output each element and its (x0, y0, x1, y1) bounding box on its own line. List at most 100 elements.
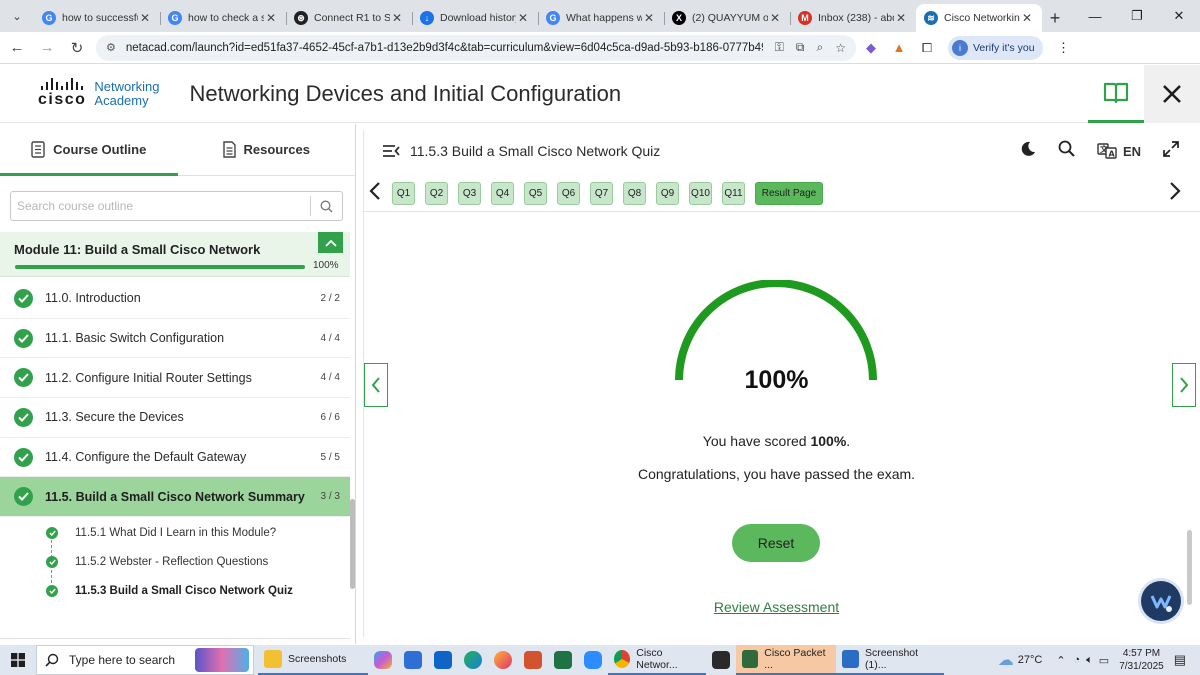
network-icon[interactable]: ◔ (1074, 654, 1081, 666)
dark-mode-toggle[interactable] (1020, 141, 1036, 162)
weather-cloud-icon[interactable]: ☁ (998, 650, 1014, 670)
collapse-outline-button[interactable] (382, 144, 400, 158)
submodule-item[interactable]: 11.5.3 Build a Small Cisco Network Quiz (0, 577, 350, 606)
close-tab-icon[interactable]: ✕ (1020, 11, 1034, 25)
close-tab-icon[interactable]: ✕ (390, 11, 404, 25)
weather-temperature[interactable]: 27°C (1018, 654, 1043, 666)
submodule-item[interactable]: 11.5.2 Webster - Reflection Questions (0, 547, 350, 576)
virtualbox-icon[interactable] (706, 645, 736, 675)
course-search-input[interactable]: Search course outline (10, 191, 343, 221)
outline-item[interactable]: 11.3. Secure the Devices 6 / 6 (0, 398, 350, 438)
browser-tab[interactable]: ↓ Download history ✕ (412, 4, 538, 32)
result-page-button[interactable]: Result Page (755, 182, 823, 205)
browser-tab[interactable]: ≋ Cisco Networking ✕ (916, 4, 1042, 32)
close-tab-icon[interactable]: ✕ (264, 11, 278, 25)
outlook-icon[interactable] (428, 645, 458, 675)
maximize-button[interactable]: ❐ (1116, 0, 1158, 32)
reset-button[interactable]: Reset (732, 524, 820, 562)
course-book-button[interactable] (1088, 65, 1144, 123)
powerpoint-icon[interactable] (518, 645, 548, 675)
close-tab-icon[interactable]: ✕ (894, 11, 908, 25)
outline-item[interactable]: 11.0. Introduction 2 / 2 (0, 279, 350, 319)
notifications-icon[interactable]: ▤ (1174, 652, 1186, 668)
sidebar-scrollbar[interactable] (350, 499, 355, 589)
password-key-icon[interactable]: ⚿ (775, 40, 784, 55)
browser-tab[interactable]: Ghow to successfull✕ (34, 4, 160, 32)
browser-tab[interactable]: M Inbox (238) - abd ✕ (790, 4, 916, 32)
back-button[interactable]: ← (4, 35, 30, 61)
cisco-logo[interactable]: cisco Networking Academy (38, 78, 159, 109)
collapse-module-button[interactable] (318, 232, 343, 253)
question-button[interactable]: Q6 (557, 182, 580, 205)
question-button[interactable]: Q1 (392, 182, 415, 205)
question-button[interactable]: Q11 (722, 182, 745, 205)
browser-tab[interactable]: G What happens wh ✕ (538, 4, 664, 32)
close-course-button[interactable] (1144, 65, 1200, 123)
outline-item[interactable]: 11.4. Configure the Default Gateway 5 / 5 (0, 438, 350, 478)
close-tab-icon[interactable]: ✕ (516, 11, 530, 25)
browser-menu-icon[interactable]: ⋮ (1051, 35, 1077, 61)
zoom-icon[interactable]: ⌕ (817, 40, 824, 55)
outline-item[interactable]: 11.2. Configure Initial Router Settings 4… (0, 358, 350, 399)
close-tab-icon[interactable]: ✕ (138, 11, 152, 25)
chatbot-button[interactable] (1141, 581, 1181, 621)
question-button[interactable]: Q10 (689, 182, 712, 205)
copilot-icon[interactable] (368, 645, 398, 675)
prev-question-button[interactable] (369, 181, 381, 207)
tab-course-outline[interactable]: Course Outline (0, 124, 178, 176)
taskbar-app-screenshots[interactable]: Screenshots (258, 645, 368, 675)
reload-button[interactable]: ↻ (64, 35, 90, 61)
next-question-button[interactable] (1169, 181, 1181, 207)
volume-icon[interactable]: 🔈︎ (1086, 654, 1093, 667)
bookmark-star-icon[interactable]: ☆ (835, 41, 846, 55)
question-button[interactable]: Q8 (623, 182, 646, 205)
address-bar[interactable]: ⚙ netacad.com/launch?id=ed51fa37-4652-45… (96, 34, 856, 61)
browser-tab[interactable]: ⊛ Connect R1 to S1 ✕ (286, 4, 412, 32)
browser-tab[interactable]: X (2) QUAYYUM on ✕ (664, 4, 790, 32)
battery-icon[interactable]: ▭ (1099, 654, 1109, 667)
close-tab-icon[interactable]: ✕ (642, 11, 656, 25)
module-header[interactable]: Module 11: Build a Small Cisco Network 1… (0, 232, 350, 277)
outline-item[interactable]: 11.1. Basic Switch Configuration 4 / 4 (0, 319, 350, 359)
search-icon[interactable] (310, 196, 342, 216)
close-window-button[interactable]: ✕ (1158, 0, 1200, 32)
question-button[interactable]: Q5 (524, 182, 547, 205)
taskbar-search-input[interactable]: Type here to search (36, 645, 254, 675)
extension-gemini-icon[interactable]: ◆ (858, 35, 884, 61)
show-hidden-icons[interactable]: ⌃ (1056, 654, 1065, 667)
forward-button[interactable]: → (34, 35, 60, 61)
verify-profile-button[interactable]: i Verify it's you (948, 35, 1043, 60)
question-button[interactable]: Q3 (458, 182, 481, 205)
outline-item[interactable]: 11.5. Build a Small Cisco Network Summar… (0, 477, 350, 518)
install-app-icon[interactable]: ⧉ (796, 40, 805, 55)
extension-metamask-icon[interactable]: ▲ (886, 35, 912, 61)
browser-tab[interactable]: Ghow to check a sw✕ (160, 4, 286, 32)
question-button[interactable]: Q7 (590, 182, 613, 205)
tab-search-button[interactable]: ⌄ (4, 3, 30, 29)
question-button[interactable]: Q2 (425, 182, 448, 205)
taskbar-app-chrome[interactable]: Cisco Networ... (608, 645, 706, 675)
new-tab-button[interactable]: + (1042, 4, 1068, 32)
firefox-icon[interactable] (488, 645, 518, 675)
taskbar-clock[interactable]: 4:57 PM 7/31/2025 (1119, 647, 1164, 673)
store-icon[interactable] (398, 645, 428, 675)
fullscreen-button[interactable] (1163, 140, 1179, 162)
question-button[interactable]: Q9 (656, 182, 679, 205)
search-content-button[interactable] (1058, 140, 1075, 162)
start-button[interactable] (0, 645, 36, 675)
tab-resources[interactable]: Resources (178, 124, 356, 175)
taskbar-app-photos[interactable]: Screenshot (1)... (836, 645, 944, 675)
minimize-button[interactable]: — (1074, 0, 1116, 32)
zoom-app-icon[interactable] (578, 645, 608, 675)
taskbar-app-packet-tracer[interactable]: Cisco Packet ... (736, 645, 836, 675)
review-assessment-text[interactable]: Review Assessment (714, 599, 839, 615)
site-info-icon[interactable]: ⚙ (106, 41, 116, 54)
edge-icon[interactable] (458, 645, 488, 675)
excel-icon[interactable] (548, 645, 578, 675)
extensions-puzzle-icon[interactable]: ⧠ (914, 35, 940, 61)
close-tab-icon[interactable]: ✕ (768, 11, 782, 25)
content-scrollbar[interactable] (1187, 530, 1192, 605)
language-selector[interactable]: 文A EN (1097, 143, 1141, 159)
submodule-item[interactable]: 11.5.1 What Did I Learn in this Module? (0, 518, 350, 547)
question-button[interactable]: Q4 (491, 182, 514, 205)
